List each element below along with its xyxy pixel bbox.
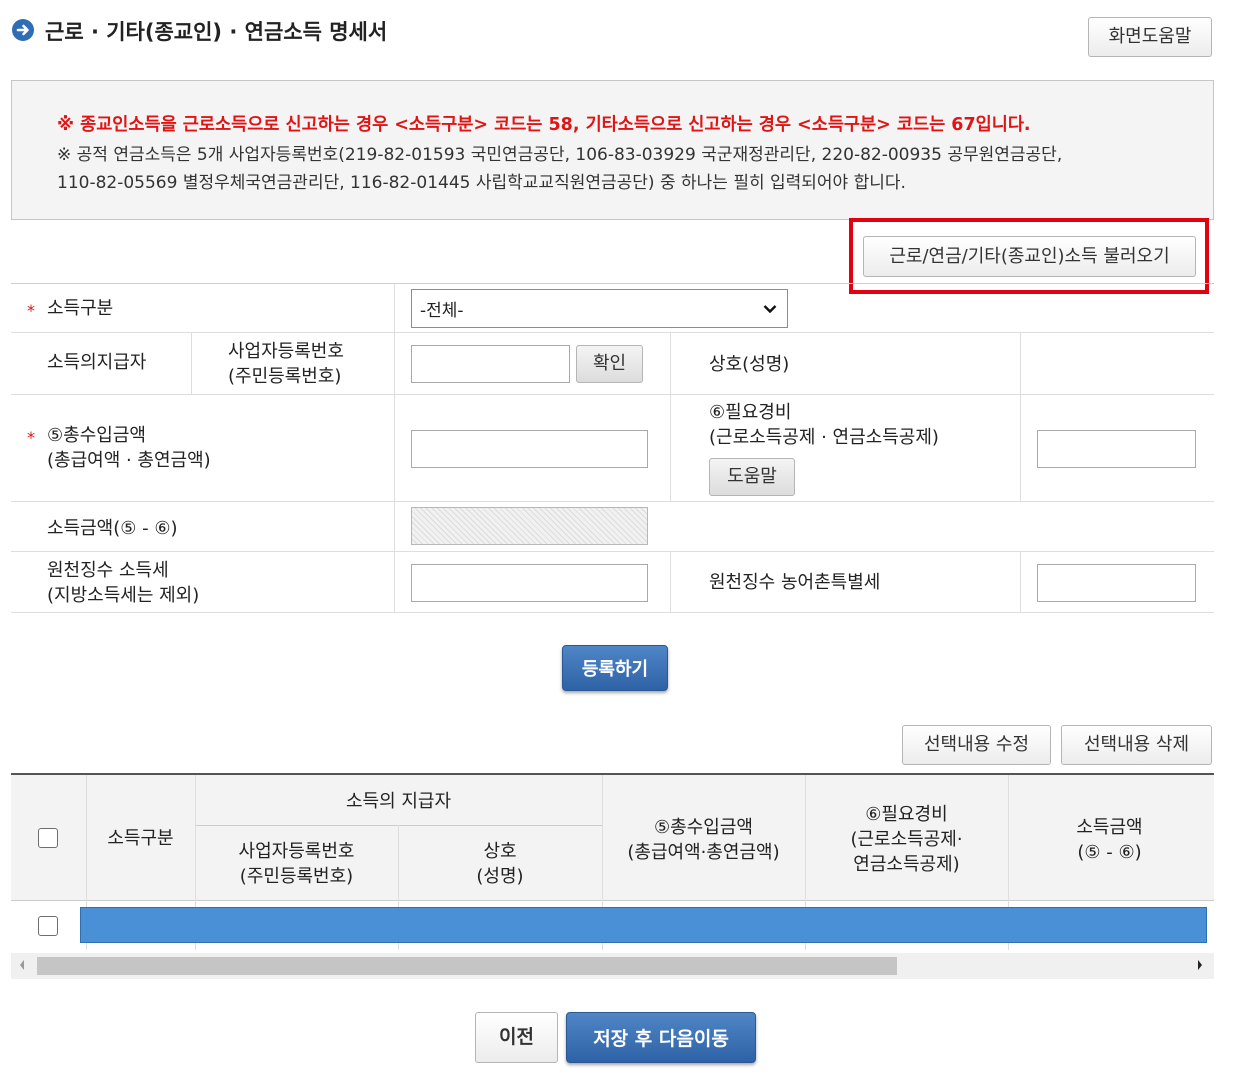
payer-label: 소득의지급자 [47, 352, 147, 373]
edit-selection-button[interactable]: 선택내용 수정 [902, 725, 1051, 765]
expense-input[interactable] [1037, 430, 1196, 468]
arrow-circle-icon [12, 19, 34, 41]
load-income-button[interactable]: 근로/연금/기타(종교인)소득 불러오기 [863, 236, 1196, 277]
required-mark: * [27, 301, 35, 320]
form-row-divider [11, 394, 1214, 395]
rural-tax-input[interactable] [1037, 564, 1196, 602]
col-income-type: 소득구분 [107, 828, 174, 849]
col-reg-no: 사업자등록번호 [238, 841, 355, 862]
reg-no-label: 사업자등록번호 [228, 341, 344, 362]
scroll-right-icon[interactable] [1195, 957, 1205, 976]
col-expense-sub: (근로소득공제· [850, 829, 963, 850]
notice-pension-line-2: 110-82-05569 별정우체국연금관리단, 116-82-01445 사립… [57, 173, 906, 193]
notice-religious-income: ※ 종교인소득을 근로소득으로 신고하는 경우 <소득구분> 코드는 58, 기… [57, 115, 1031, 135]
form-col-divider [1020, 332, 1021, 501]
form-bottom-border [11, 612, 1214, 613]
form-row-divider [11, 551, 1214, 552]
col-payer-group: 소득의 지급자 [345, 791, 452, 812]
row-checkbox[interactable] [38, 916, 58, 936]
form-col-divider [394, 283, 395, 612]
col-trade-name: 상호 [483, 841, 517, 862]
reg-no-input[interactable] [411, 345, 570, 383]
col-income-amount: 소득금액 [1076, 817, 1143, 838]
income-amount-readonly [411, 507, 648, 545]
form-top-border [11, 283, 1214, 284]
col-expense-sub-2: 연금소득공제) [853, 854, 960, 875]
col-income-amount-sub: (⑤ - ⑥) [1077, 842, 1142, 863]
select-all-checkbox[interactable] [38, 828, 58, 848]
form-row-divider [11, 501, 1214, 502]
form-col-divider [670, 551, 671, 612]
trade-name-label: 상호(성명) [709, 354, 790, 375]
income-type-select[interactable]: -전체- [411, 289, 788, 328]
total-income-input[interactable] [411, 430, 648, 468]
chevron-down-icon [763, 299, 777, 319]
table-row[interactable] [80, 907, 1207, 943]
form-col-divider [191, 332, 192, 394]
income-type-value: -전체- [420, 301, 464, 321]
expense-help-button[interactable]: 도움말 [709, 458, 795, 496]
total-income-sub-label: (총급여액 · 총연금액) [47, 450, 211, 471]
scrollbar-thumb[interactable] [37, 957, 897, 975]
col-total-income-sub: (총급여액·총연금액) [627, 842, 780, 863]
form-col-divider [1020, 551, 1021, 612]
col-expense: ⑥필요경비 [865, 804, 948, 825]
total-income-label: ⑤총수입금액 [47, 425, 146, 446]
col-total-income: ⑤총수입금액 [654, 817, 753, 838]
register-button[interactable]: 등록하기 [562, 645, 668, 691]
grid-group-divider [196, 825, 602, 826]
delete-selection-button[interactable]: 선택내용 삭제 [1061, 725, 1212, 765]
income-amount-label: 소득금액(⑤ - ⑥) [47, 518, 178, 539]
rural-tax-label: 원천징수 농어촌특별세 [709, 572, 881, 593]
expense-sub-label: (근로소득공제 · 연금소득공제) [709, 427, 939, 448]
screen-help-button[interactable]: 화면도움말 [1088, 17, 1212, 57]
col-trade-name-sub: (성명) [476, 866, 524, 887]
save-and-next-button[interactable]: 저장 후 다음이동 [566, 1012, 756, 1063]
previous-button[interactable]: 이전 [475, 1012, 558, 1063]
withholding-tax-input[interactable] [411, 564, 648, 602]
page-title: 근로 · 기타(종교인) · 연금소득 명세서 [45, 20, 388, 44]
grid-header-bottom [11, 900, 1214, 901]
reg-no-sub-label: (주민등록번호) [228, 366, 342, 387]
scroll-left-icon[interactable] [17, 957, 27, 976]
required-mark: * [27, 428, 35, 447]
form-col-divider [670, 332, 671, 501]
notice-pension-line-1: ※ 공적 연금소득은 5개 사업자등록번호(219-82-01593 국민연금공… [57, 145, 1063, 165]
withholding-tax-label: 원천징수 소득세 [47, 560, 169, 581]
confirm-button[interactable]: 확인 [576, 345, 643, 383]
col-reg-no-sub: (주민등록번호) [239, 866, 354, 887]
expense-label: ⑥필요경비 [709, 402, 792, 423]
income-type-label: 소득구분 [47, 298, 114, 319]
withholding-tax-sub-label: (지방소득세는 제외) [47, 585, 200, 606]
